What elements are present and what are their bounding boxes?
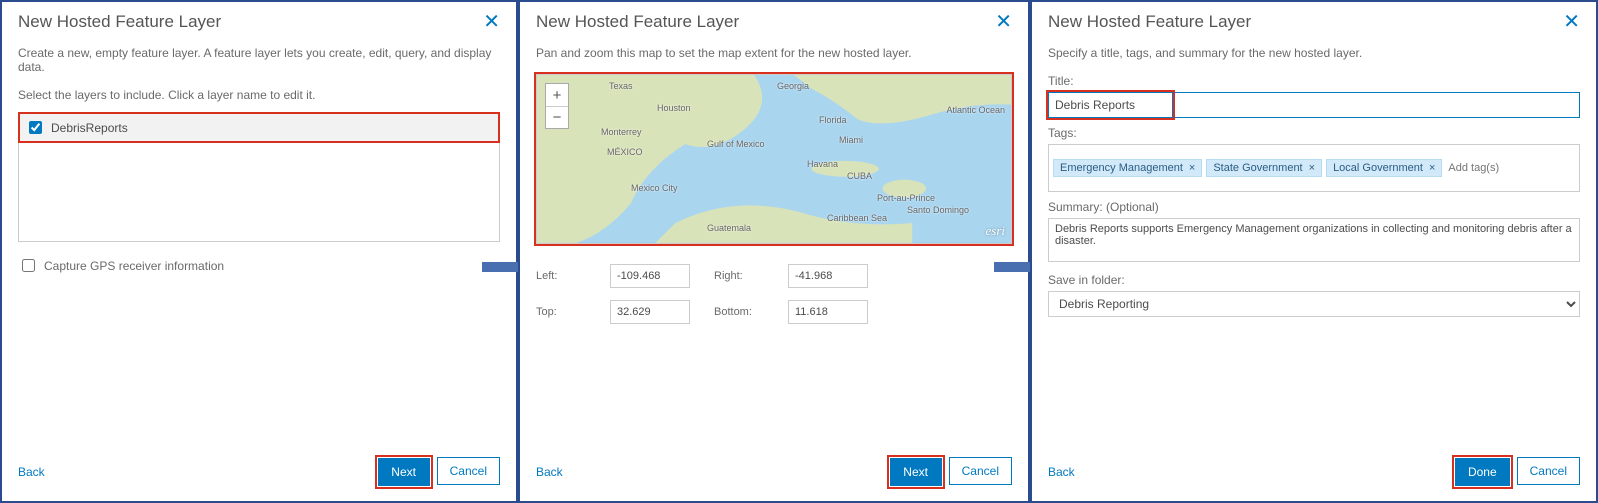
intro-text: Pan and zoom this map to set the map ext… bbox=[536, 46, 1012, 60]
folder-select[interactable]: Debris Reporting bbox=[1048, 291, 1580, 317]
cancel-button[interactable]: Cancel bbox=[437, 457, 500, 485]
tag-text: Emergency Management bbox=[1060, 162, 1183, 174]
title-input[interactable] bbox=[1048, 92, 1173, 118]
layer-checkbox[interactable] bbox=[29, 121, 42, 134]
extent-top-label: Top: bbox=[536, 306, 596, 318]
close-icon[interactable]: ✕ bbox=[1563, 12, 1580, 32]
tags-box[interactable]: Emergency Management × State Government … bbox=[1048, 144, 1580, 192]
gps-label: Capture GPS receiver information bbox=[44, 259, 224, 273]
map-extent-highlight: + − esri Texas Houston Florida Miami Hav… bbox=[536, 74, 1012, 244]
tag-input[interactable] bbox=[1446, 159, 1575, 177]
zoom-control: + − bbox=[545, 83, 569, 129]
extent-right-input[interactable] bbox=[788, 264, 868, 288]
close-icon[interactable]: ✕ bbox=[483, 12, 500, 32]
map-canvas[interactable]: + − esri Texas Houston Florida Miami Hav… bbox=[536, 74, 1012, 244]
folder-label: Save in folder: bbox=[1048, 273, 1580, 287]
back-link[interactable]: Back bbox=[1048, 465, 1075, 479]
title-label: Title: bbox=[1048, 74, 1580, 88]
zoom-out-button[interactable]: − bbox=[546, 106, 568, 128]
dialog-step-1: New Hosted Feature Layer ✕ Create a new,… bbox=[0, 0, 518, 503]
esri-attribution: esri bbox=[986, 223, 1006, 239]
back-link[interactable]: Back bbox=[18, 465, 45, 479]
intro-text: Create a new, empty feature layer. A fea… bbox=[18, 46, 500, 74]
done-button[interactable]: Done bbox=[1455, 458, 1510, 486]
cancel-button[interactable]: Cancel bbox=[1517, 457, 1580, 485]
tags-label: Tags: bbox=[1048, 126, 1580, 140]
extent-right-label: Right: bbox=[714, 270, 774, 282]
layer-list: DebrisReports bbox=[18, 112, 500, 242]
zoom-in-button[interactable]: + bbox=[546, 84, 568, 106]
layer-name[interactable]: DebrisReports bbox=[51, 121, 128, 135]
dialog-title: New Hosted Feature Layer bbox=[536, 12, 739, 32]
dialog-title: New Hosted Feature Layer bbox=[1048, 12, 1251, 32]
tag-chip[interactable]: Emergency Management × bbox=[1053, 159, 1202, 177]
extent-bottom-label: Bottom: bbox=[714, 306, 774, 318]
close-icon[interactable]: ✕ bbox=[995, 12, 1012, 32]
tag-chip[interactable]: State Government × bbox=[1206, 159, 1322, 177]
next-button[interactable]: Next bbox=[378, 458, 430, 486]
layer-row[interactable]: DebrisReports bbox=[19, 113, 499, 142]
intro-text: Specify a title, tags, and summary for t… bbox=[1048, 46, 1580, 60]
tag-text: State Government bbox=[1213, 162, 1302, 174]
tag-remove-icon[interactable]: × bbox=[1189, 162, 1195, 174]
cancel-button[interactable]: Cancel bbox=[949, 457, 1012, 485]
extent-top-input[interactable] bbox=[610, 300, 690, 324]
dialog-title: New Hosted Feature Layer bbox=[18, 12, 221, 32]
extent-bottom-input[interactable] bbox=[788, 300, 868, 324]
back-link[interactable]: Back bbox=[536, 465, 563, 479]
dialog-step-3: New Hosted Feature Layer ✕ Specify a tit… bbox=[1030, 0, 1598, 503]
select-hint: Select the layers to include. Click a la… bbox=[18, 88, 500, 102]
summary-input[interactable]: Debris Reports supports Emergency Manage… bbox=[1048, 218, 1580, 262]
extent-left-input[interactable] bbox=[610, 264, 690, 288]
tag-remove-icon[interactable]: × bbox=[1309, 162, 1315, 174]
next-button[interactable]: Next bbox=[890, 458, 942, 486]
tag-text: Local Government bbox=[1333, 162, 1423, 174]
tag-chip[interactable]: Local Government × bbox=[1326, 159, 1442, 177]
tag-remove-icon[interactable]: × bbox=[1429, 162, 1435, 174]
gps-checkbox[interactable] bbox=[22, 259, 35, 272]
extent-inputs: Left: Right: Top: Bottom: bbox=[536, 264, 1012, 324]
extent-left-label: Left: bbox=[536, 270, 596, 282]
summary-label: Summary: (Optional) bbox=[1048, 200, 1580, 214]
dialog-step-2: New Hosted Feature Layer ✕ Pan and zoom … bbox=[518, 0, 1030, 503]
